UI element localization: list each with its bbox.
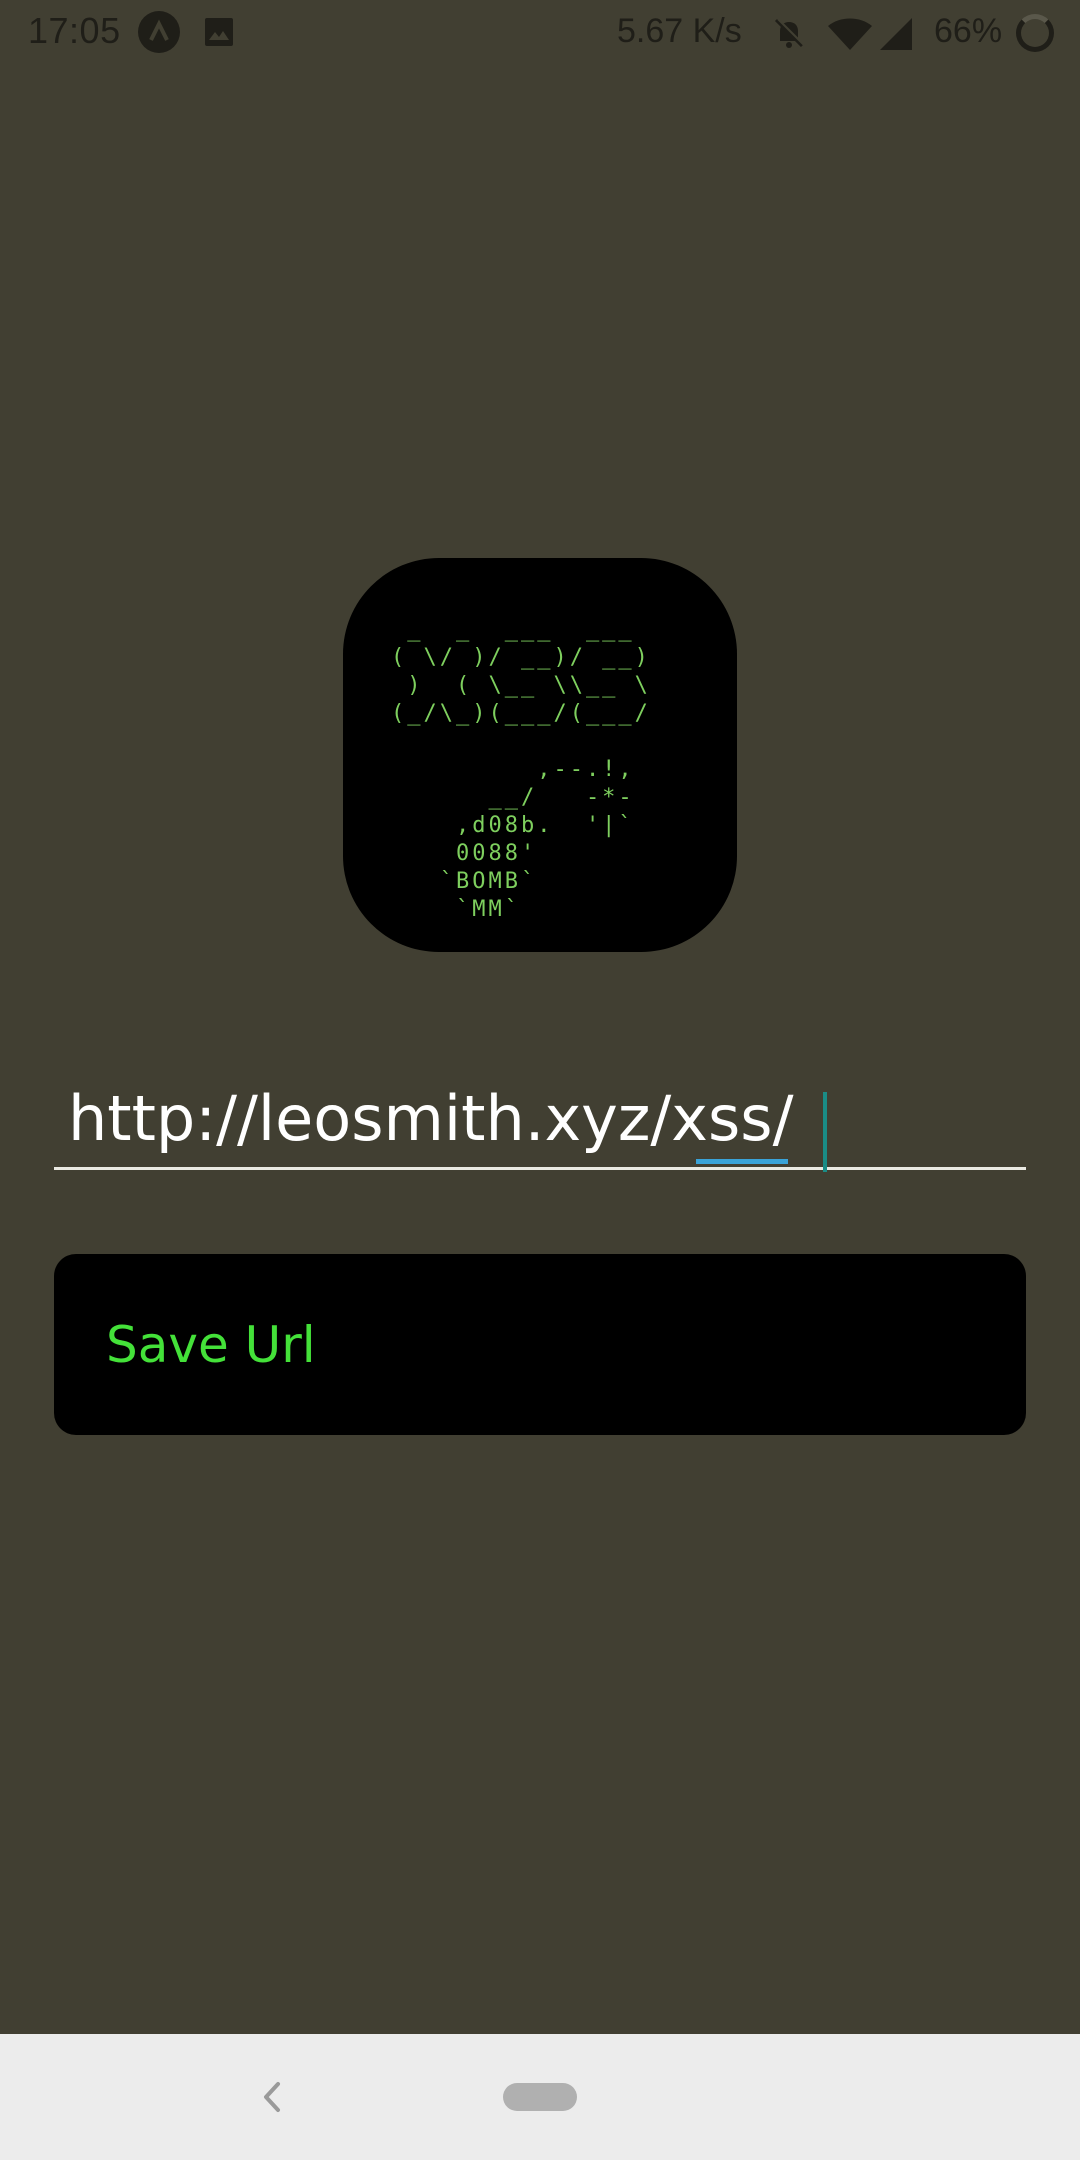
cell-signal-icon	[878, 16, 914, 52]
image-icon	[204, 17, 234, 47]
bell-off-icon	[770, 14, 808, 52]
xss-bomb-ascii-art: _ _ ___ ___ ( \/ )/ __)/ __) ) ( \__ \\_…	[391, 617, 651, 922]
save-url-button[interactable]: Save Url	[54, 1254, 1026, 1435]
status-bar: 17:05 5.67 K/s 66%	[0, 0, 1080, 64]
battery-percent: 66%	[934, 12, 1003, 50]
home-pill-button[interactable]	[503, 2083, 577, 2111]
back-icon[interactable]	[258, 2076, 288, 2118]
app-notification-icon	[138, 11, 180, 53]
spellcheck-underline	[696, 1159, 788, 1164]
status-time: 17:05	[28, 10, 121, 51]
text-cursor	[823, 1092, 827, 1172]
navigation-bar	[0, 2034, 1080, 2160]
app-logo: _ _ ___ ___ ( \/ )/ __)/ __) ) ( \__ \\_…	[343, 558, 737, 952]
url-input[interactable]	[54, 1070, 1026, 1170]
network-speed: 5.67 K/s	[617, 12, 742, 50]
wifi-icon	[826, 16, 874, 52]
battery-icon	[1016, 14, 1054, 52]
